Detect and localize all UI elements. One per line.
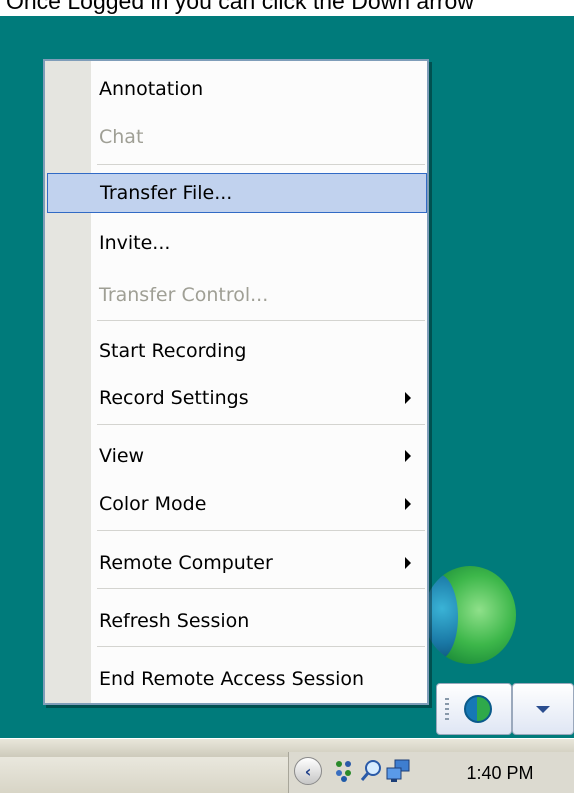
submenu-arrow-icon — [405, 557, 411, 569]
submenu-arrow-icon — [405, 392, 411, 404]
menu-item-label: Annotation — [99, 78, 204, 100]
menu-item-invite[interactable]: Invite... — [47, 223, 427, 263]
show-hidden-icons-chevron-icon[interactable]: ‹ — [294, 757, 322, 785]
menu-item-label: View — [99, 445, 145, 467]
clock[interactable]: 1:40 PM — [440, 761, 560, 785]
grip-handle — [445, 698, 449, 720]
menu-item-transfer-control[interactable]: Transfer Control... — [47, 275, 427, 315]
menu-item-record-settings[interactable]: Record Settings — [47, 378, 427, 418]
menu-separator — [97, 530, 425, 531]
taskbar: ‹ 1:40 PM — [0, 738, 574, 793]
network-icon[interactable] — [332, 758, 358, 784]
dropdown-arrow-icon — [536, 705, 551, 713]
menu-item-start-recording[interactable]: Start Recording — [47, 331, 427, 371]
menu-item-label: End Remote Access Session — [99, 668, 365, 690]
submenu-arrow-icon — [405, 450, 411, 462]
menu-item-refresh-session[interactable]: Refresh Session — [47, 601, 427, 641]
search-icon[interactable] — [358, 758, 384, 784]
menu-separator — [97, 164, 425, 165]
desktop-globe-icon — [424, 566, 516, 664]
menu-item-color-mode[interactable]: Color Mode — [47, 484, 427, 524]
menu-item-end-remote-access-session[interactable]: End Remote Access Session — [47, 659, 427, 699]
menu-separator — [97, 320, 425, 321]
menu-item-label: Transfer Control... — [99, 284, 269, 306]
computer-icon[interactable] — [385, 758, 411, 784]
menu-item-label: Record Settings — [99, 387, 249, 409]
menu-separator — [97, 424, 425, 425]
app-tray-buttons — [436, 683, 574, 735]
menu-item-remote-computer[interactable]: Remote Computer — [47, 543, 427, 583]
dropdown-arrow-button[interactable] — [512, 683, 574, 735]
context-menu: Annotation Chat Transfer File... Invite.… — [43, 59, 429, 705]
menu-item-label: Start Recording — [99, 340, 247, 362]
menu-item-chat[interactable]: Chat — [47, 117, 427, 157]
page-caption: Once Logged in you can click the Down ar… — [6, 0, 474, 14]
menu-item-label: Remote Computer — [99, 552, 273, 574]
menu-item-transfer-file[interactable]: Transfer File... — [47, 173, 427, 213]
submenu-arrow-icon — [405, 498, 411, 510]
menu-separator — [97, 588, 425, 589]
menu-item-label: Transfer File... — [100, 182, 233, 204]
menu-item-label: Invite... — [99, 232, 171, 254]
menu-separator — [97, 646, 425, 647]
app-globe-button[interactable] — [436, 683, 513, 735]
menu-item-label: Chat — [99, 126, 144, 148]
menu-item-label: Refresh Session — [99, 610, 250, 632]
menu-item-label: Color Mode — [99, 493, 207, 515]
menu-item-annotation[interactable]: Annotation — [47, 69, 427, 109]
globe-app-icon — [464, 695, 493, 723]
menu-item-view[interactable]: View — [47, 436, 427, 476]
